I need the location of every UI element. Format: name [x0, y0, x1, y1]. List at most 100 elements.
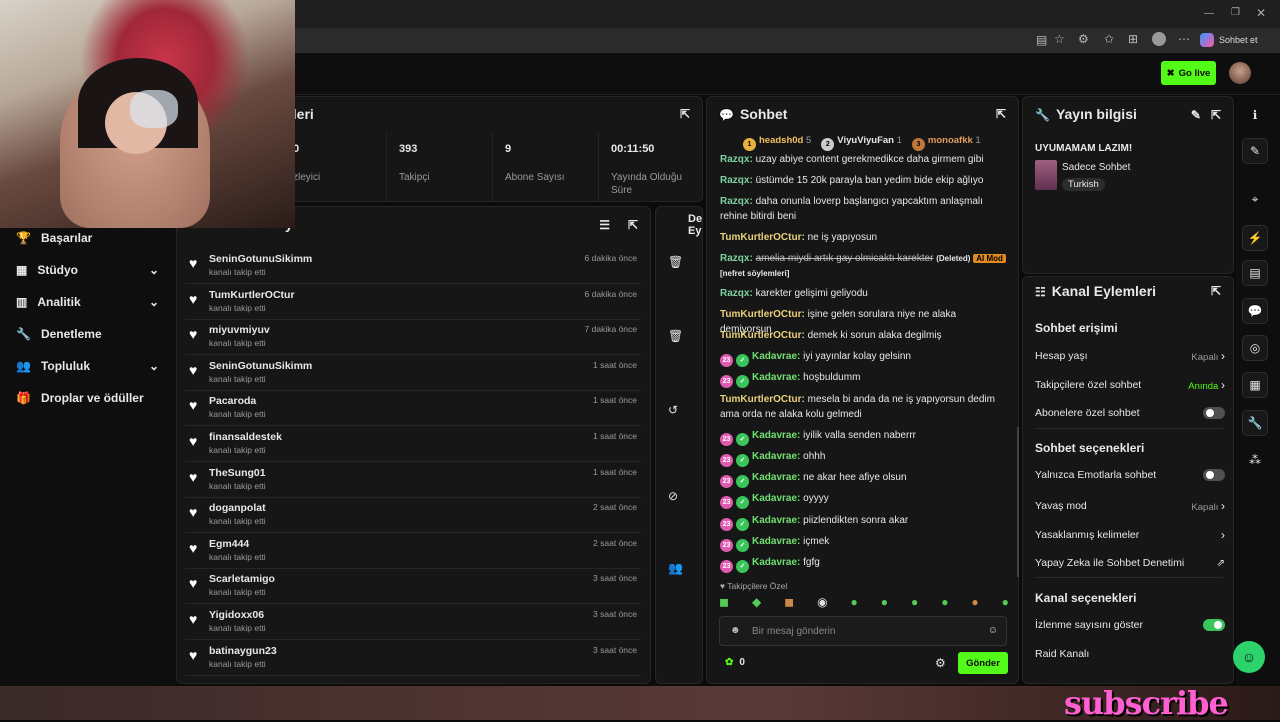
followers-only-row[interactable]: Takipçilere özel sohbet Anında › [1035, 378, 1225, 392]
chat-username[interactable]: Razqx [720, 154, 749, 165]
activity-row[interactable]: ♥ doganpolat kanalı takip etti 2 saat ön… [185, 498, 641, 534]
popout-icon[interactable]: ⇱ [628, 218, 638, 232]
filter-icon[interactable]: ☰ [599, 218, 610, 232]
share-icon[interactable]: ⁂ [1242, 447, 1268, 473]
tools-rail-icon[interactable]: 🔧 [1242, 410, 1268, 436]
popout-icon[interactable]: ⇱ [1211, 108, 1221, 122]
chat-scrollbar[interactable] [1017, 427, 1019, 577]
emote-icon[interactable]: ● [851, 595, 858, 611]
emote-icon[interactable]: ◆ [752, 595, 761, 611]
send-button[interactable]: Gönder [958, 652, 1008, 674]
chat-message[interactable]: 23 ✓ Kadavrae: oyyyy [720, 491, 1008, 509]
chat-username[interactable]: Kadavrae [752, 451, 797, 462]
emote-icon[interactable]: ● [1002, 595, 1009, 611]
emote-icon[interactable]: ● [971, 595, 978, 611]
chat-message[interactable]: 23 ✓ Kadavrae: hoşbuldumm [720, 370, 1008, 388]
chat-message[interactable]: 23 ✓ Kadavrae: içmek [720, 534, 1008, 552]
chat-username[interactable]: TumKurtlerOCtur [720, 394, 801, 405]
emote-icon[interactable]: ● [941, 595, 948, 611]
ai-moderation-row[interactable]: Yapay Zeka ile Sohbet Denetimi ⇗ [1035, 557, 1225, 569]
activity-row[interactable]: ♥ Scarletamigo kanalı takip etti 3 saat … [185, 569, 641, 605]
chat-username[interactable]: Razqx [720, 196, 749, 207]
show-viewcount-toggle[interactable] [1203, 619, 1225, 631]
emote-only-toggle[interactable] [1203, 469, 1225, 481]
sidebar-item-community[interactable]: 👥 Topluluk ⌄ [0, 350, 175, 382]
chat-message[interactable]: 23 ✓ Kadavrae: ne akar hee afiye olsun [720, 470, 1008, 488]
activity-row[interactable]: ♥ TheSung01 kanalı takip etti 1 saat önc… [185, 463, 641, 498]
chat-message[interactable]: Razqx: üstümde 15 20k parayla ban yedim … [720, 173, 1008, 188]
chat-username[interactable]: Kadavrae [752, 472, 797, 483]
extension-icon[interactable]: ⚙ [1078, 32, 1089, 46]
activity-row[interactable]: ♥ finansaldestek kanalı takip etti 1 saa… [185, 427, 641, 462]
reader-icon[interactable]: ▤ [1036, 33, 1047, 47]
activity-row[interactable]: ♥ Egm444 kanalı takip etti 2 saat önce [185, 534, 641, 569]
chat-message[interactable]: TumKurtlerOCtur: mesela bi anda da ne iş… [720, 392, 1008, 422]
emote-icon[interactable]: ◼ [719, 595, 729, 611]
emote-icon[interactable]: ◉ [817, 595, 827, 611]
raid-channel-row[interactable]: Raid Kanalı [1035, 648, 1225, 660]
chat-message[interactable]: 23 ✓ Kadavrae: ohhh [720, 449, 1008, 467]
chat-message[interactable]: Razqx: amelia miydi artık gay olmicaktı … [720, 251, 1008, 281]
chat-message[interactable]: TumKurtlerOCtur: demek ki sorun alaka de… [720, 328, 1008, 343]
sidebar-item-studio[interactable]: ▦ Stüdyo ⌄ [0, 254, 175, 286]
chat-settings-icon[interactable]: ⚙ [935, 656, 946, 670]
stream-rail-icon[interactable]: ▦ [1242, 372, 1268, 398]
emote-icon[interactable]: ◼ [784, 595, 794, 611]
chat-input[interactable]: ☻ Bir mesaj gönderin ☺ [719, 616, 1007, 646]
chat-message[interactable]: 23 ✓ Kadavrae: piizlendikten sonra akar [720, 513, 1008, 531]
notes-icon[interactable]: ▤ [1242, 260, 1268, 286]
go-live-button[interactable]: ✖ Go live [1161, 61, 1216, 85]
broadcast-rail-icon[interactable]: ◎ [1242, 335, 1268, 361]
account-age-row[interactable]: Hesap yaşı Kapalı › [1035, 349, 1225, 363]
emote-icon[interactable]: ● [911, 595, 918, 611]
copilot-icon[interactable] [1200, 33, 1214, 47]
sidebar-item-drops[interactable]: 🎁 Droplar ve ödüller [0, 382, 175, 414]
smile-icon[interactable]: ☻ [730, 625, 741, 636]
chat-username[interactable]: Kadavrae [752, 351, 797, 362]
emoji-picker-icon[interactable]: ☺ [988, 625, 998, 636]
chat-username[interactable]: Razqx [720, 288, 749, 299]
chat-rail-icon[interactable]: 💬 [1242, 298, 1268, 324]
chat-message[interactable]: 23 ✓ Kadavrae: iyi yayınlar kolay gelsinn [720, 349, 1008, 367]
close-window-icon[interactable]: ✕ [1256, 6, 1266, 20]
profile-avatar[interactable] [1152, 32, 1166, 46]
activity-row[interactable]: ♥ SeninGotunuSikimm kanalı takip etti 6 … [185, 249, 641, 284]
activity-row[interactable]: ♥ miyuvmiyuv kanalı takip etti 7 dakika … [185, 320, 641, 356]
sidebar-item-analytics[interactable]: ▥ Analitik ⌄ [0, 286, 175, 318]
maximize-icon[interactable]: ❐ [1231, 7, 1240, 18]
chat-username[interactable]: TumKurtlerOCtur [720, 232, 801, 243]
chat-username[interactable]: Kadavrae [752, 372, 797, 383]
subscribers-only-toggle[interactable] [1203, 407, 1225, 419]
chat-username[interactable]: Kadavrae [752, 515, 797, 526]
info-icon[interactable]: ℹ [1242, 102, 1268, 128]
lightning-icon[interactable]: ⚡ [1242, 225, 1268, 251]
chat-username[interactable]: Kadavrae [752, 430, 797, 441]
favorite-icon[interactable]: ☆ [1054, 32, 1065, 46]
chat-username[interactable]: TumKurtlerOCtur [720, 330, 801, 341]
scan-icon[interactable]: ⌖ [1242, 186, 1268, 212]
chat-username[interactable]: Razqx [720, 175, 749, 186]
collections-icon[interactable]: ⊞ [1128, 32, 1138, 46]
activity-row[interactable]: ♥ SeninGotunuSikimm kanalı takip etti 1 … [185, 356, 641, 391]
edit-icon[interactable]: ✎ [1191, 108, 1201, 122]
activity-row[interactable]: ♥ batinaygun23 kanalı takip etti 3 saat … [185, 641, 641, 676]
chat-button-label[interactable]: Sohbet et [1219, 35, 1258, 45]
popout-icon[interactable]: ⇱ [1211, 284, 1221, 298]
chat-username[interactable]: Kadavrae [752, 493, 797, 504]
chat-message[interactable]: Razqx: daha onunla loverp başlangıcı yap… [720, 194, 1008, 224]
activity-row[interactable]: ♥ Yigidoxx06 kanalı takip etti 3 saat ön… [185, 605, 641, 640]
popout-icon[interactable]: ⇱ [680, 107, 690, 121]
chat-username[interactable]: TumKurtlerOCtur [720, 309, 801, 320]
chat-username[interactable]: Kadavrae [752, 536, 797, 547]
chat-message[interactable]: TumKurtlerOCtur: ne iş yapıyosun [720, 230, 1008, 245]
support-bubble-icon[interactable]: ☺ [1233, 641, 1265, 673]
banned-words-row[interactable]: Yasaklanmış kelimeler › [1035, 528, 1225, 542]
slow-mode-row[interactable]: Yavaş mod Kapalı › [1035, 499, 1225, 513]
user-avatar[interactable] [1229, 62, 1251, 84]
sidebar-item-moderation[interactable]: 🔧 Denetleme [0, 318, 175, 350]
emote-icon[interactable]: ● [881, 595, 888, 611]
activity-row[interactable]: ♥ TumKurtlerOCtur kanalı takip etti 6 da… [185, 285, 641, 320]
more-menu-icon[interactable]: ⋯ [1178, 32, 1190, 46]
activity-row[interactable]: ♥ Pacaroda kanalı takip etti 1 saat önce [185, 391, 641, 427]
chat-username[interactable]: Razqx [720, 253, 749, 264]
